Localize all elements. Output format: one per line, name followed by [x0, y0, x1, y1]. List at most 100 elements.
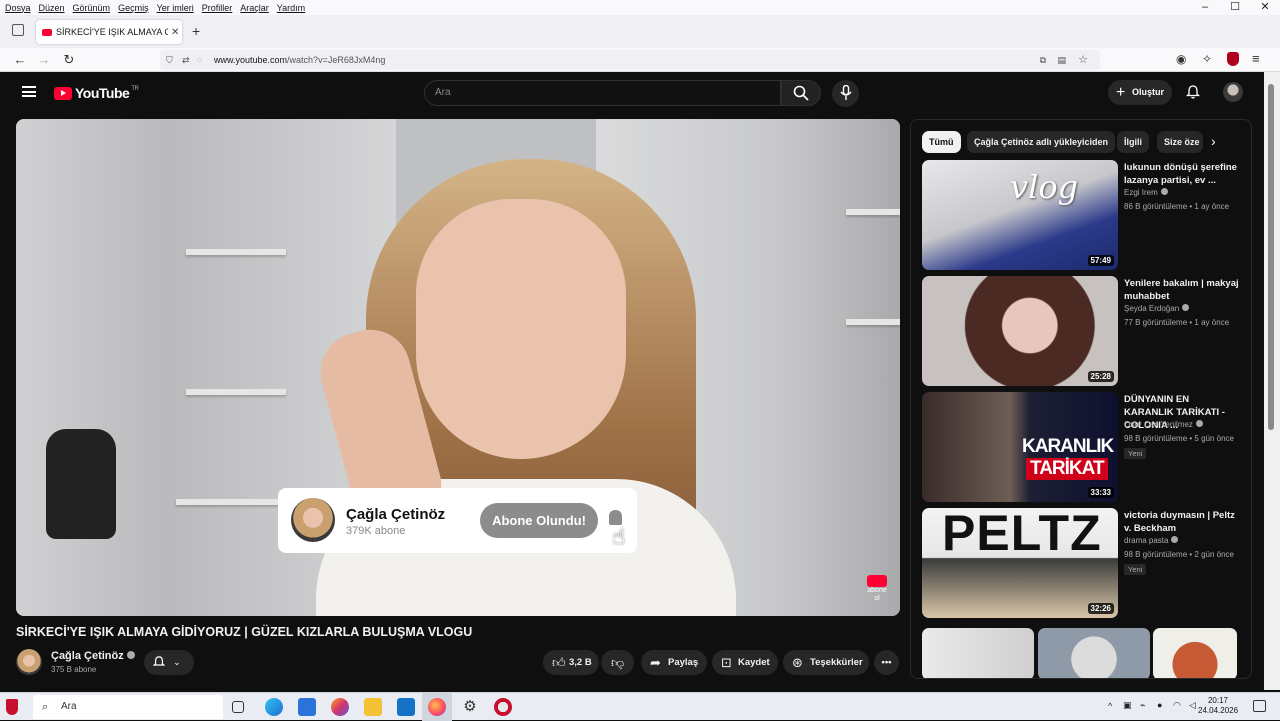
- reload-icon[interactable]: ↻: [59, 50, 79, 70]
- short-thumbnail[interactable]: [1038, 628, 1150, 678]
- network-icon[interactable]: ⌁: [1140, 700, 1145, 711]
- recommendation-item[interactable]: vlog 57:49 lukunun dönüşü şerefine lazan…: [922, 160, 1242, 270]
- user-avatar[interactable]: [1223, 82, 1243, 102]
- new-tab-button[interactable]: +: [192, 23, 200, 39]
- recommendation-item[interactable]: 25:28 Yenilere bakalım | makyaj muhabbet…: [922, 276, 1242, 386]
- new-badge: Yeni: [1124, 448, 1147, 459]
- overlay-subscriber-count: 379K abone: [346, 525, 406, 537]
- minimize-button[interactable]: –: [1190, 0, 1220, 15]
- chip-from-uploader[interactable]: Çağla Çetinöz adlı yükleyiciden: [967, 131, 1116, 153]
- bookmark-star-icon[interactable]: ☆: [1078, 50, 1088, 70]
- save-button[interactable]: ⊡ Kaydet: [712, 650, 778, 675]
- dislike-button[interactable]: 👎︎: [601, 650, 634, 675]
- wifi-icon[interactable]: ◠: [1173, 700, 1181, 711]
- menu-view[interactable]: Görünüm: [70, 3, 114, 13]
- video-thumbnail[interactable]: KARANLIK TARİKAT 33:33: [922, 392, 1118, 502]
- channel-subscriber-count: 375 B abone: [51, 665, 97, 674]
- notification-center-icon[interactable]: [1253, 700, 1266, 712]
- task-view-icon[interactable]: [232, 701, 244, 713]
- app-menu-icon[interactable]: ≡: [1252, 51, 1260, 66]
- menu-edit[interactable]: Düzen: [36, 3, 68, 13]
- reader-view-icon[interactable]: ▤: [1057, 50, 1066, 70]
- microphone-icon: [839, 85, 852, 100]
- notifications-bell-icon[interactable]: [1186, 85, 1200, 99]
- thumbs-down-icon: 👎︎: [611, 655, 625, 670]
- page-scrollbar-thumb[interactable]: [1268, 84, 1274, 430]
- subscribe-watermark[interactable]: abone ol: [865, 575, 889, 602]
- tab-close-icon[interactable]: ✕: [171, 27, 179, 38]
- firefox-icon[interactable]: [428, 698, 446, 716]
- youtube-header: YouTube TR Ara Oluştur: [0, 72, 1264, 112]
- menu-profiles[interactable]: Profiller: [199, 3, 236, 13]
- tray-app-icon[interactable]: ▣: [1123, 700, 1132, 711]
- address-bar[interactable]: ⛉ ⇄ ◌ www.youtube.com/watch?v=JeR68JxM4n…: [160, 50, 1100, 70]
- recorder-app-icon[interactable]: [494, 698, 512, 716]
- share-button[interactable]: ➦ Paylaş: [641, 650, 707, 675]
- menu-history[interactable]: Geçmiş: [115, 3, 152, 13]
- recommendation-title: victoria duymasın | Peltz v. Beckham: [1124, 510, 1235, 534]
- video-player[interactable]: Çağla Çetinöz 379K abone Abone Olundu! ☝…: [16, 119, 900, 616]
- file-explorer-icon[interactable]: [364, 698, 382, 716]
- chevron-right-icon[interactable]: ›: [1211, 133, 1216, 149]
- shield-icon[interactable]: ⛉: [166, 50, 173, 70]
- forward-arrow-icon[interactable]: →: [34, 50, 54, 70]
- video-duration: 32:26: [1087, 603, 1114, 614]
- thanks-icon: ⊛: [792, 655, 803, 670]
- chip-for-you[interactable]: Size öze: [1157, 131, 1203, 153]
- store-icon[interactable]: [298, 698, 316, 716]
- mail-icon[interactable]: [397, 698, 415, 716]
- short-thumbnail[interactable]: [1153, 628, 1237, 678]
- recommendation-item[interactable]: PELTZ 32:26 victoria duymasın | Peltz v.…: [922, 508, 1242, 618]
- thumbnail-text: KARANLIK: [1022, 436, 1114, 457]
- tab-overview-icon[interactable]: [12, 24, 24, 36]
- volume-icon[interactable]: ◁: [1189, 700, 1196, 711]
- extensions-icon[interactable]: ✧: [1202, 52, 1212, 66]
- back-arrow-icon[interactable]: ←: [10, 50, 30, 70]
- hamburger-menu-icon[interactable]: [22, 86, 36, 97]
- video-thumbnail[interactable]: PELTZ 32:26: [922, 508, 1118, 618]
- menu-help[interactable]: Yardım: [274, 3, 308, 13]
- notification-settings-button[interactable]: ⌄: [144, 650, 194, 675]
- create-button[interactable]: Oluştur: [1108, 80, 1172, 105]
- video-title: SİRKECİ'YE IŞIK ALMAYA GİDİYORUZ | GÜZEL…: [16, 625, 473, 639]
- voice-search-button[interactable]: [832, 80, 859, 107]
- translate-icon[interactable]: ⧉: [1040, 50, 1046, 70]
- lock-icon[interactable]: ◌: [197, 50, 202, 70]
- menu-tools[interactable]: Araçlar: [237, 3, 272, 13]
- channel-avatar[interactable]: [16, 649, 42, 675]
- search-input[interactable]: Ara: [424, 80, 781, 106]
- taskbar-search-input[interactable]: ⌕ Ara: [33, 695, 223, 719]
- search-button[interactable]: [781, 80, 821, 106]
- maximize-button[interactable]: ☐: [1220, 0, 1250, 15]
- microphone-tray-icon[interactable]: ●: [1157, 700, 1162, 710]
- recommendations-panel: Tümü Çağla Çetinöz adlı yükleyiciden İlg…: [910, 119, 1252, 679]
- chip-all[interactable]: Tümü: [922, 131, 961, 153]
- menu-bookmarks[interactable]: Yer imleri: [154, 3, 197, 13]
- ublock-icon[interactable]: [1227, 52, 1239, 66]
- edge-browser-icon[interactable]: [265, 698, 283, 716]
- more-actions-button[interactable]: •••: [874, 650, 899, 675]
- video-thumbnail[interactable]: 25:28: [922, 276, 1118, 386]
- tab-youtube-video[interactable]: SİRKECİ'YE IŞIK ALMAYA GİDİYO ✕: [36, 20, 182, 44]
- start-logo-icon[interactable]: [6, 699, 18, 715]
- clock-date: 24.04.2026: [1198, 706, 1239, 715]
- chip-related[interactable]: İlgili: [1117, 131, 1149, 153]
- recommendation-item[interactable]: KARANLIK TARİKAT 33:33 DÜNYANIN EN KARAN…: [922, 392, 1242, 502]
- chevron-up-icon[interactable]: ^: [1108, 701, 1112, 711]
- taskbar-clock[interactable]: 20:17 24.04.2026: [1198, 696, 1238, 716]
- video-thumbnail[interactable]: vlog 57:49: [922, 160, 1118, 270]
- close-window-button[interactable]: ✕: [1250, 0, 1280, 15]
- copilot-icon[interactable]: [331, 698, 349, 716]
- video-frame-shelf: [176, 499, 286, 505]
- youtube-region-code: TR: [131, 86, 139, 92]
- youtube-logo[interactable]: YouTube TR: [54, 85, 139, 101]
- like-button[interactable]: 👍︎ 3,2 B: [543, 650, 599, 675]
- short-thumbnail[interactable]: [922, 628, 1034, 678]
- account-icon[interactable]: ◉: [1176, 52, 1186, 66]
- navigation-bar: ← → ↻ ⛉ ⇄ ◌ www.youtube.com/watch?v=JeR6…: [0, 48, 1280, 72]
- permissions-icon[interactable]: ⇄: [182, 50, 190, 70]
- menu-file[interactable]: Dosya: [2, 3, 34, 13]
- channel-name[interactable]: Çağla Çetinöz: [51, 650, 135, 662]
- thanks-button[interactable]: ⊛ Teşekkürler: [783, 650, 869, 675]
- settings-gear-icon[interactable]: ⚙: [461, 698, 479, 716]
